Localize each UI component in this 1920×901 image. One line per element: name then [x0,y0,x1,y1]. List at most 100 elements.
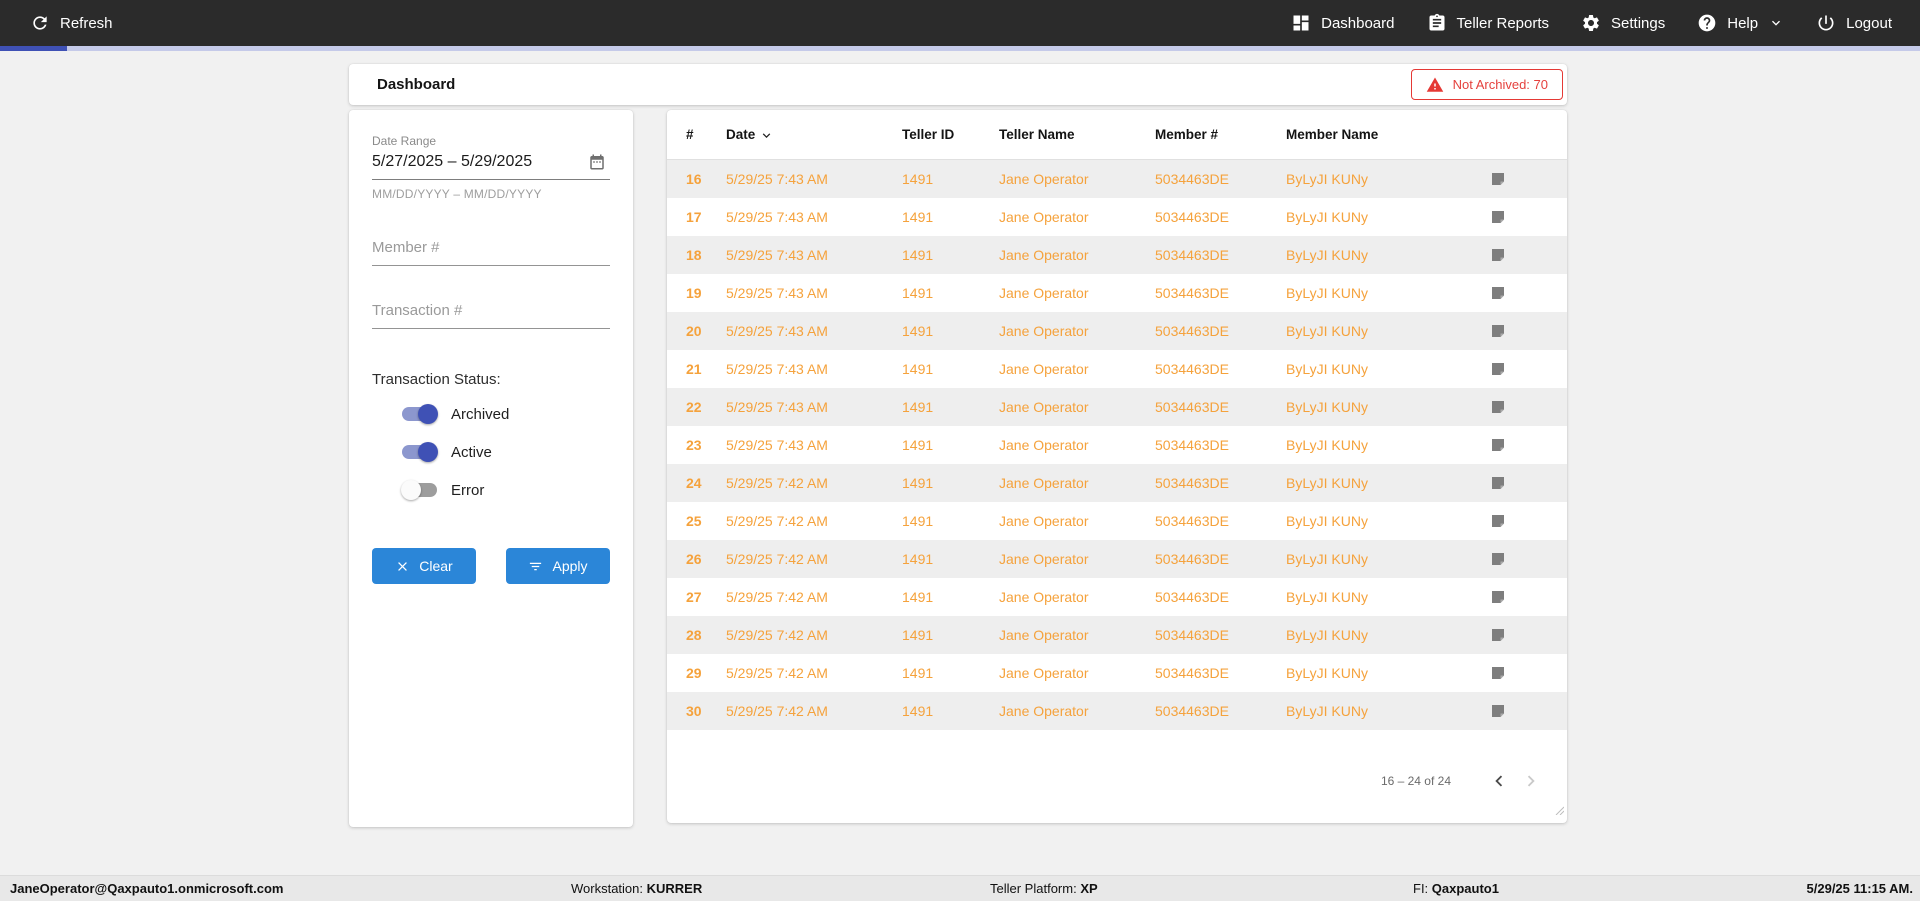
cell-date: 5/29/25 7:42 AM [726,513,828,529]
archived-toggle[interactable] [401,404,438,424]
cell-teller-id: 1491 [902,285,934,301]
table-row[interactable]: 16 5/29/25 7:43 AM 1491 Jane Operator 50… [667,160,1567,198]
filter-icon [530,562,542,570]
cell-teller-id: 1491 [902,171,934,187]
cell-member-name: ByLyJI KUNy [1286,513,1368,529]
cell-teller-name: Jane Operator [999,285,1089,301]
cell-member-name: ByLyJI KUNy [1286,399,1368,415]
pagination-range-label: 16 – 24 of 24 [1380,774,1451,788]
table-row[interactable]: 25 5/29/25 7:42 AM 1491 Jane Operator 50… [667,502,1567,540]
not-archived-badge[interactable]: Not Archived: 70 [1410,69,1563,100]
nav-label-dashboard: Dashboard [1321,14,1395,32]
error-toggle-label: Error [451,481,485,499]
note-icon[interactable] [1490,703,1506,719]
nav-item-settings[interactable]: Settings [1581,13,1665,33]
error-toggle[interactable] [401,480,438,500]
table-row[interactable]: 23 5/29/25 7:43 AM 1491 Jane Operator 50… [667,426,1567,464]
column-header-date[interactable]: Date [726,126,902,143]
note-icon[interactable] [1490,627,1506,643]
table-row[interactable]: 19 5/29/25 7:43 AM 1491 Jane Operator 50… [667,274,1567,312]
cell-member-name: ByLyJI KUNy [1286,665,1368,681]
cell-teller-name: Jane Operator [999,209,1089,225]
table-row[interactable]: 17 5/29/25 7:43 AM 1491 Jane Operator 50… [667,198,1567,236]
cell-teller-id: 1491 [902,513,934,529]
nav-item-help[interactable]: Help [1697,13,1784,33]
nav-item-dashboard[interactable]: Dashboard [1291,13,1395,33]
fi-info: FI: Qaxpauto1 [1413,881,1499,896]
previous-page-button[interactable] [1483,765,1515,797]
date-range-label: Date Range [372,134,437,148]
note-icon[interactable] [1490,437,1506,453]
date-range-field [372,153,610,180]
cell-row-number: 27 [686,589,702,605]
note-icon[interactable] [1490,399,1506,415]
cell-row-number: 18 [686,247,702,263]
nav-right-group: Dashboard Teller Reports Settings Help L… [1291,13,1892,33]
calendar-icon[interactable] [588,153,610,175]
refresh-icon [30,13,50,33]
note-icon[interactable] [1490,247,1506,263]
member-number-input[interactable] [372,235,610,266]
not-archived-count: Not Archived: 70 [1452,77,1548,92]
status-datetime: 5/29/25 11:15 AM. [1806,881,1913,896]
chevron-left-icon [1495,775,1503,787]
note-icon[interactable] [1490,665,1506,681]
date-range-input[interactable] [372,153,610,171]
cell-date: 5/29/25 7:43 AM [726,209,828,225]
table-row[interactable]: 20 5/29/25 7:43 AM 1491 Jane Operator 50… [667,312,1567,350]
note-icon[interactable] [1490,171,1506,187]
cell-member-name: ByLyJI KUNy [1286,247,1368,263]
active-toggle[interactable] [401,442,438,462]
table-body: 16 5/29/25 7:43 AM 1491 Jane Operator 50… [667,160,1567,730]
cell-member-number: 5034463DE [1155,627,1229,643]
note-icon[interactable] [1490,209,1506,225]
cell-teller-id: 1491 [902,665,934,681]
cell-member-number: 5034463DE [1155,551,1229,567]
table-row[interactable]: 21 5/29/25 7:43 AM 1491 Jane Operator 50… [667,350,1567,388]
nav-item-logout[interactable]: Logout [1816,13,1892,33]
top-nav: Refresh Dashboard Teller Reports Setting… [0,0,1920,46]
table-row[interactable]: 30 5/29/25 7:42 AM 1491 Jane Operator 50… [667,692,1567,730]
note-icon[interactable] [1490,551,1506,567]
table-row[interactable]: 27 5/29/25 7:42 AM 1491 Jane Operator 50… [667,578,1567,616]
note-icon[interactable] [1490,285,1506,301]
cell-date: 5/29/25 7:42 AM [726,589,828,605]
table-row[interactable]: 22 5/29/25 7:43 AM 1491 Jane Operator 50… [667,388,1567,426]
apply-button[interactable]: Apply [506,548,610,584]
table-row[interactable]: 18 5/29/25 7:43 AM 1491 Jane Operator 50… [667,236,1567,274]
chevron-down-icon [1768,15,1784,31]
cell-teller-name: Jane Operator [999,361,1089,377]
note-icon[interactable] [1490,323,1506,339]
cell-date: 5/29/25 7:42 AM [726,703,828,719]
cell-teller-name: Jane Operator [999,665,1089,681]
cell-teller-name: Jane Operator [999,627,1089,643]
clear-button-label: Clear [419,558,453,574]
cell-date: 5/29/25 7:42 AM [726,551,828,567]
nav-item-teller-reports[interactable]: Teller Reports [1427,13,1549,33]
transaction-number-input[interactable] [372,298,610,329]
date-format-hint: MM/DD/YYYY – MM/DD/YYYY [372,187,542,201]
cell-member-number: 5034463DE [1155,209,1229,225]
cell-member-name: ByLyJI KUNy [1286,285,1368,301]
resize-grip-icon [1553,802,1565,820]
note-icon[interactable] [1490,361,1506,377]
cell-member-number: 5034463DE [1155,437,1229,453]
table-row[interactable]: 29 5/29/25 7:42 AM 1491 Jane Operator 50… [667,654,1567,692]
cell-date: 5/29/25 7:42 AM [726,475,828,491]
table-row[interactable]: 28 5/29/25 7:42 AM 1491 Jane Operator 50… [667,616,1567,654]
table-row[interactable]: 24 5/29/25 7:42 AM 1491 Jane Operator 50… [667,464,1567,502]
note-icon[interactable] [1490,589,1506,605]
filter-buttons: Clear Apply [372,548,610,584]
table-row[interactable]: 26 5/29/25 7:42 AM 1491 Jane Operator 50… [667,540,1567,578]
next-page-button[interactable] [1515,765,1547,797]
warning-triangle-icon [1426,76,1444,94]
refresh-button[interactable]: Refresh [30,13,113,33]
clear-button[interactable]: Clear [372,548,476,584]
cell-member-name: ByLyJI KUNy [1286,209,1368,225]
note-icon[interactable] [1490,475,1506,491]
toggle-row-error: Error [401,478,610,502]
note-icon[interactable] [1490,513,1506,529]
cell-date: 5/29/25 7:43 AM [726,323,828,339]
cell-teller-name: Jane Operator [999,513,1089,529]
cell-teller-name: Jane Operator [999,171,1089,187]
